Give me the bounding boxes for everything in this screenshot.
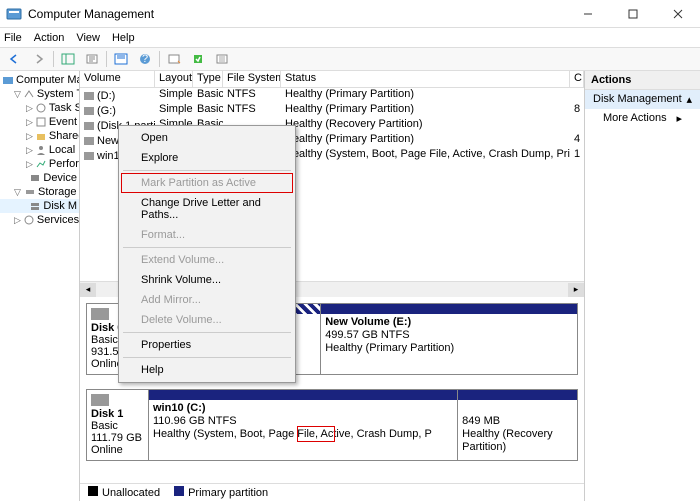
scroll-right-button[interactable]: ▸ [568,283,584,297]
maximize-button[interactable] [610,0,655,28]
context-menu: Open Explore Mark Partition as Active Ch… [118,125,296,383]
menu-file[interactable]: File [4,32,22,44]
tree-system-tools[interactable]: ▽System To [0,87,79,101]
ctx-mark-active[interactable]: Mark Partition as Active [121,173,293,193]
forward-button[interactable] [28,49,50,69]
ctx-extend-volume[interactable]: Extend Volume... [121,250,293,270]
disk-info[interactable]: Disk 1 Basic 111.79 GB Online [87,390,149,460]
volume-icon [84,92,94,100]
tree-task-scheduler[interactable]: ▷Task S [0,101,79,115]
ctx-help[interactable]: Help [121,360,293,380]
window-title: Computer Management [28,7,565,21]
tree-local-users[interactable]: ▷Local I [0,143,79,157]
tree-device-manager[interactable]: Device [0,171,79,185]
legend-swatch-unallocated [88,486,98,496]
col-layout[interactable]: Layout [155,71,193,87]
ctx-open[interactable]: Open [121,128,293,148]
volume-icon [84,122,94,130]
disk-icon [91,308,109,320]
volume-row[interactable]: (D:)SimpleBasicNTFSHealthy (Primary Part… [80,88,584,103]
menu-action[interactable]: Action [34,32,65,44]
partition-c[interactable]: win10 (C:)110.96 GB NTFSHealthy (System,… [149,390,457,460]
menu-view[interactable]: View [76,32,100,44]
actions-header: Actions [585,71,700,90]
show-hide-console-button[interactable] [57,49,79,69]
tree-performance[interactable]: ▷Perfor [0,157,79,171]
tree-root[interactable]: Computer Ma [0,73,79,87]
list-button[interactable] [211,49,233,69]
app-icon [6,6,22,22]
col-volume[interactable]: Volume [80,71,155,87]
ctx-shrink-volume[interactable]: Shrink Volume... [121,270,293,290]
legend-swatch-primary [174,486,184,496]
help-button[interactable]: ? [134,49,156,69]
scroll-left-button[interactable]: ◂ [80,283,96,297]
refresh-button[interactable] [110,49,132,69]
ctx-delete-volume[interactable]: Delete Volume... [121,310,293,330]
tree-shared-folders[interactable]: ▷Sharec [0,129,79,143]
properties-button[interactable] [81,49,103,69]
menu-bar: File Action View Help [0,28,700,47]
ctx-change-drive-letter[interactable]: Change Drive Letter and Paths... [121,193,293,225]
action-button[interactable] [187,49,209,69]
tree-services[interactable]: ▷Services a [0,213,79,227]
collapse-icon: ▴ [686,93,692,106]
tree-disk-management[interactable]: Disk M [0,199,79,213]
tool-bar: ? [0,47,700,71]
ctx-properties[interactable]: Properties [121,335,293,355]
tree-storage[interactable]: ▽Storage [0,185,79,199]
partition-recovery[interactable]: 849 MBHealthy (Recovery Partition) [457,390,577,460]
disk-name: Disk 1 [91,408,123,420]
settings-button[interactable] [163,49,185,69]
volume-icon [84,107,94,115]
ctx-add-mirror[interactable]: Add Mirror... [121,290,293,310]
disk-icon [91,394,109,406]
col-type[interactable]: Type [193,71,223,87]
volume-icon [84,152,94,160]
actions-disk-management[interactable]: Disk Management▴ [585,90,700,109]
tree-event-viewer[interactable]: ▷Event [0,115,79,129]
col-status[interactable]: Status [281,71,570,87]
ctx-format[interactable]: Format... [121,225,293,245]
col-capacity[interactable]: C [570,71,584,87]
volume-list-header: Volume Layout Type File System Status C [80,71,584,88]
ctx-explore[interactable]: Explore [121,148,293,168]
disk-row: Disk 1 Basic 111.79 GB Online win10 (C:)… [86,389,578,461]
col-filesystem[interactable]: File System [223,71,281,87]
partition-e[interactable]: New Volume (E:)499.57 GB NTFSHealthy (Pr… [320,304,577,374]
actions-more[interactable]: More Actions▸ [585,109,700,127]
minimize-button[interactable] [565,0,610,28]
back-button[interactable] [4,49,26,69]
actions-pane: Actions Disk Management▴ More Actions▸ [585,71,700,501]
volume-row[interactable]: (G:)SimpleBasicNTFSHealthy (Primary Part… [80,103,584,118]
chevron-right-icon: ▸ [676,112,682,125]
volume-icon [84,137,94,145]
menu-help[interactable]: Help [112,32,135,44]
legend: Unallocated Primary partition [80,483,584,501]
svg-text:?: ? [142,53,148,65]
close-button[interactable] [655,0,700,28]
title-bar: Computer Management [0,0,700,28]
nav-tree[interactable]: Computer Ma ▽System To ▷Task S ▷Event ▷S… [0,71,80,501]
